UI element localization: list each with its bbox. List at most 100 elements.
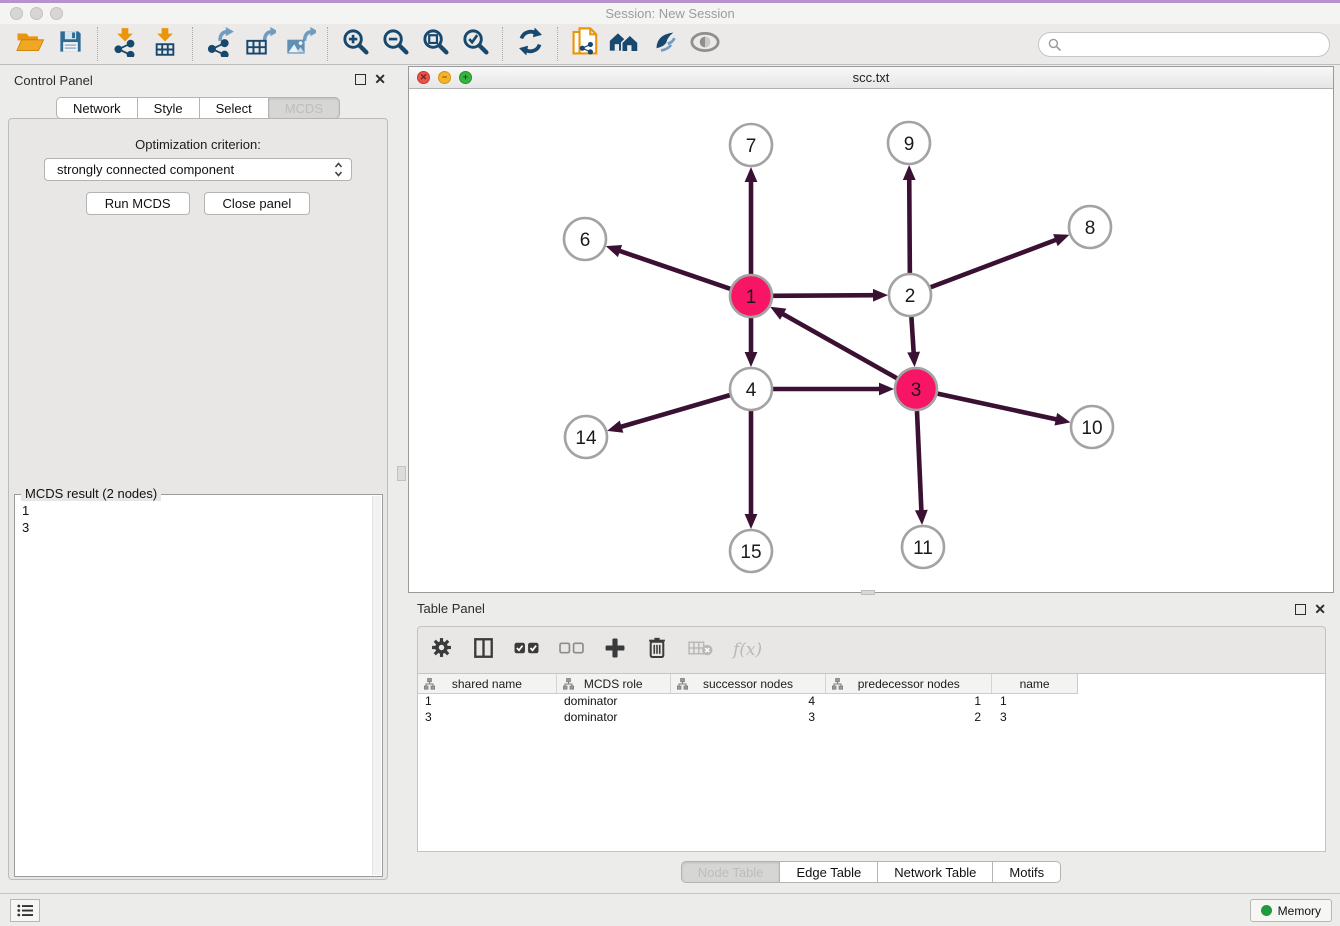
panel-splitter-handle[interactable] [397,466,406,481]
export-image-button[interactable] [280,27,320,61]
graphics-details-button[interactable] [645,27,685,61]
tab-style[interactable]: Style [138,97,200,119]
edge-1-6[interactable] [617,250,730,289]
column-label: shared name [452,677,522,691]
optimization-criterion-select[interactable]: strongly connected component [44,158,352,181]
task-history-button[interactable] [10,899,40,922]
table-cell[interactable]: 4 [671,694,827,710]
tab-select[interactable]: Select [200,97,269,119]
column-header-successor-nodes[interactable]: successor nodes [671,674,827,693]
table-cell[interactable]: dominator [557,694,671,710]
memory-label: Memory [1278,904,1321,918]
edge-3-11[interactable] [917,411,922,513]
network-document-button[interactable] [565,27,605,61]
table-cell[interactable]: 1 [827,694,993,710]
mcds-buttons: Run MCDS Close panel [0,192,396,215]
deselect-all-button[interactable] [559,638,584,662]
export-network-button[interactable] [200,27,240,61]
close-panel-icon[interactable]: ✕ [374,71,386,87]
table-cell[interactable]: 2 [827,710,993,726]
main-toolbar [0,24,1340,65]
node-table-container: f(x) shared nameMCDS rolesuccessor nodes… [417,626,1326,852]
table-header-row: shared name MCDS role successor nodes prede… [418,674,1078,694]
graph-node-label: 9 [904,134,915,155]
edge-3-1[interactable] [781,313,897,379]
tab-network-table[interactable]: Network Table [878,861,993,883]
import-table-icon [151,27,179,62]
network-window-titlebar[interactable]: ✕ − + scc.txt [409,67,1333,89]
table-cell[interactable]: 3 [993,710,1078,726]
select-all-button[interactable] [514,638,539,662]
table-cell[interactable]: 1 [993,694,1078,710]
column-header-predecessor-nodes[interactable]: predecessor nodes [826,674,992,693]
trash-button[interactable] [646,638,668,662]
tab-edge-table[interactable]: Edge Table [780,861,878,883]
home-button[interactable] [605,27,645,61]
zoom-in-icon [341,27,370,61]
zoom-selected-button[interactable] [455,27,495,61]
import-table-button[interactable] [145,27,185,61]
gear-button[interactable] [430,638,452,662]
optimization-criterion-label: Optimization criterion: [0,137,396,152]
columns-icon [474,638,493,663]
column-header-name[interactable]: name [992,674,1077,693]
close-panel-button[interactable]: Close panel [204,192,311,215]
column-header-shared-name[interactable]: shared name [418,674,557,693]
tab-mcds[interactable]: MCDS [269,97,340,119]
toolbar-separator [327,27,328,61]
column-type-icon [677,678,688,690]
table-row[interactable]: 3dominator323 [418,710,1078,726]
float-panel-icon[interactable] [355,74,366,85]
save-button[interactable] [50,27,90,61]
refresh-button[interactable] [510,27,550,61]
table-cell[interactable]: dominator [557,710,671,726]
edge-2-3[interactable] [911,317,913,355]
edge-2-8[interactable] [931,239,1059,287]
run-mcds-button[interactable]: Run MCDS [86,192,190,215]
table-float-panel-icon[interactable] [1295,604,1306,615]
zoom-fit-button[interactable] [415,27,455,61]
tab-node-table[interactable]: Node Table [681,861,781,883]
result-scrollbar[interactable] [372,496,381,875]
mcds-result-list[interactable]: 1 3 [15,498,372,876]
column-header-MCDS-role[interactable]: MCDS role [557,674,671,693]
table-panel-title: Table Panel [417,601,485,616]
home-icon [608,29,642,60]
titlebar: Session: New Session [0,3,1340,24]
export-table-button[interactable] [240,27,280,61]
memory-button[interactable]: Memory [1250,899,1332,922]
table-cell[interactable]: 3 [671,710,827,726]
open-folder-button[interactable] [10,27,50,61]
edge-arrowhead [1053,234,1069,246]
eye-button[interactable] [685,27,725,61]
edge-2-9[interactable] [909,177,910,273]
zoom-out-button[interactable] [375,27,415,61]
delete-table-button [688,638,713,662]
graph-node-label: 10 [1081,418,1102,439]
toolbar-separator [97,27,98,61]
add-button[interactable] [604,638,626,662]
table-cell[interactable]: 1 [418,694,557,710]
search-field[interactable] [1038,32,1330,57]
table-cell[interactable]: 3 [418,710,557,726]
edge-1-2[interactable] [773,295,876,296]
search-input[interactable] [1066,37,1320,51]
edge-3-10[interactable] [938,394,1059,420]
column-label: successor nodes [703,677,793,691]
tab-motifs[interactable]: Motifs [993,861,1061,883]
toolbar-separator [192,27,193,61]
tab-network[interactable]: Network [56,97,138,119]
control-panel: Control Panel ✕ NetworkStyleSelectMCDS O… [0,65,396,893]
save-icon [57,28,84,60]
toolbar-separator [557,27,558,61]
columns-button[interactable] [472,638,494,662]
graph-node-label: 11 [913,538,933,559]
import-network-button[interactable] [105,27,145,61]
network-canvas[interactable]: 7968124314101511 [409,89,1333,592]
table-row[interactable]: 1dominator411 [418,694,1078,710]
zoom-fit-icon [421,27,450,61]
table-close-panel-icon[interactable]: ✕ [1314,601,1326,617]
zoom-in-button[interactable] [335,27,375,61]
edge-4-14[interactable] [619,395,730,427]
network-graph[interactable]: 7968124314101511 [409,89,1333,592]
